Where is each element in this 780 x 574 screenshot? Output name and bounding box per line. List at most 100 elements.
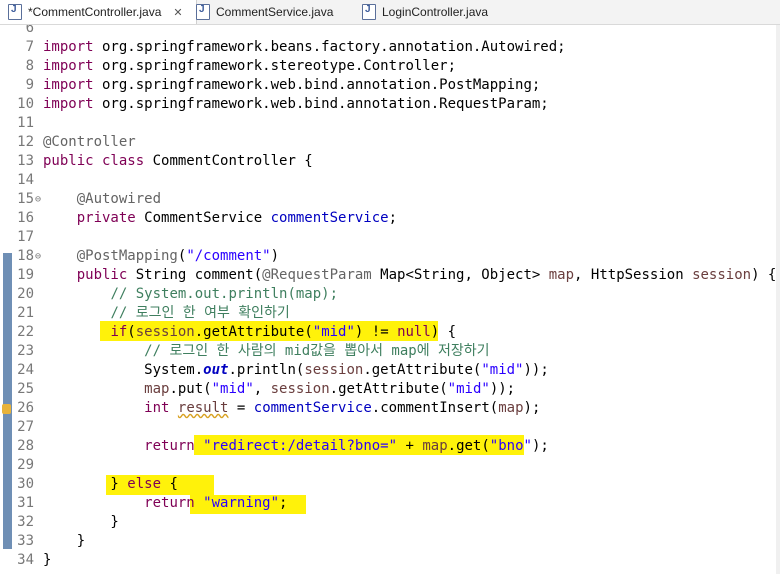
line-number: 8 <box>25 58 34 74</box>
code-token: } <box>43 533 86 549</box>
line-number: 34 <box>17 552 34 568</box>
code-token: @RequestParam <box>262 267 372 283</box>
code-line[interactable]: 19 public String comment(@RequestParam M… <box>0 266 780 285</box>
code-token: result <box>177 400 229 416</box>
code-token: session <box>692 267 752 283</box>
line-number: 13 <box>17 153 34 169</box>
code-token: session <box>304 362 364 378</box>
code-token: .commentInsert( <box>371 400 499 416</box>
line-number: 28 <box>17 438 34 454</box>
java-file-icon <box>196 4 210 20</box>
line-number: 6 <box>25 25 34 36</box>
code-token: if <box>110 324 128 340</box>
code-text: } <box>43 513 118 532</box>
code-editor[interactable]: 6 7 import org.springframework.beans.facto… <box>0 25 780 574</box>
code-line[interactable]: 29 <box>0 456 780 475</box>
line-number: 33 <box>17 533 34 549</box>
code-line[interactable]: 17 <box>0 228 780 247</box>
line-number: 23 <box>17 343 34 359</box>
code-line[interactable]: 12 @Controller <box>0 133 780 152</box>
code-line[interactable]: 27 <box>0 418 780 437</box>
java-file-icon <box>362 4 376 20</box>
code-text: @Controller <box>43 133 136 152</box>
code-line[interactable]: 16 private CommentService commentService… <box>0 209 780 228</box>
code-line[interactable]: 7 import org.springframework.beans.factor… <box>0 38 780 57</box>
code-line[interactable]: 23 // 로그인 한 사람의 mid값을 뽑아서 map에 저장하기 <box>0 342 780 361</box>
code-text: } <box>43 532 85 551</box>
code-line[interactable]: 30 } else { <box>0 475 780 494</box>
code-text: import org.springframework.beans.factory… <box>43 38 566 57</box>
line-number: 11 <box>17 115 34 131</box>
code-line[interactable]: 25 map.put("mid", session.getAttribute("… <box>0 380 780 399</box>
code-line[interactable]: 33 } <box>0 532 780 551</box>
code-token: } <box>43 552 52 568</box>
code-token: System. <box>43 362 204 378</box>
code-token: .getAttribute( <box>329 381 448 397</box>
code-line[interactable]: 28 return "redirect:/detail?bno=" + map.… <box>0 437 780 456</box>
line-number: 27 <box>17 419 34 435</box>
fold-toggle-icon[interactable]: ⊖ <box>35 247 41 266</box>
code-text: map.put("mid", session.getAttribute("mid… <box>43 380 515 399</box>
code-line[interactable]: 34} <box>0 551 780 570</box>
code-line[interactable]: 6 <box>0 25 780 38</box>
tab-comment-service[interactable]: CommentService.java <box>196 0 356 24</box>
code-text: private CommentService commentService; <box>43 209 397 228</box>
close-icon[interactable]: ✕ <box>173 6 182 19</box>
code-token: .getAttribute( <box>363 362 482 378</box>
vertical-scrollbar[interactable] <box>776 25 780 574</box>
code-line[interactable]: 13 public class CommentController { <box>0 152 780 171</box>
fold-toggle-icon[interactable]: ⊖ <box>35 190 41 209</box>
code-line[interactable]: 9 import org.springframework.web.bind.ann… <box>0 76 780 95</box>
code-token: // 로그인 한 사람의 mid값을 뽑아서 map에 저장하기 <box>144 343 490 359</box>
code-token: ; <box>279 495 288 511</box>
editor-tab-bar: *CommentController.java ✕ CommentService… <box>0 0 780 25</box>
code-token: )); <box>523 362 549 378</box>
code-line[interactable]: 24 System.out.println(session.getAttribu… <box>0 361 780 380</box>
code-line[interactable]: 32 } <box>0 513 780 532</box>
code-text: @PostMapping("/comment") <box>43 247 279 266</box>
tab-label: *CommentController.java <box>28 5 162 19</box>
code-token: } <box>43 476 128 492</box>
tab-comment-controller[interactable]: *CommentController.java ✕ <box>0 0 197 24</box>
code-token: return <box>144 495 195 511</box>
code-text: int result = commentService.commentInser… <box>43 399 540 418</box>
code-text: // 로그인 한 여부 확인하기 <box>43 304 289 323</box>
code-token: import <box>43 96 94 112</box>
code-line[interactable]: 21 // 로그인 한 여부 확인하기 <box>0 304 780 323</box>
code-line[interactable]: 20 // System.out.println(map); <box>0 285 780 304</box>
code-token: ) <box>270 248 280 264</box>
code-token: public <box>76 267 128 283</box>
code-token: map <box>422 438 448 454</box>
code-token: .get( <box>447 438 490 454</box>
line-number: 16 <box>17 210 34 226</box>
code-token: "bno" <box>489 438 532 454</box>
code-line[interactable]: 10 import org.springframework.web.bind.an… <box>0 95 780 114</box>
code-line[interactable]: 18 ⊖ @PostMapping("/comment") <box>0 247 780 266</box>
code-line[interactable]: 26 int result = commentService.commentIn… <box>0 399 780 418</box>
code-token: map <box>498 400 524 416</box>
line-number: 20 <box>17 286 34 302</box>
code-token: import <box>43 58 94 74</box>
code-text: if(session.getAttribute("mid") != null) … <box>43 323 456 342</box>
code-line[interactable]: 15 ⊖ @Autowired <box>0 190 780 209</box>
code-token: "warning" <box>203 495 280 511</box>
code-token: commentService <box>270 210 389 226</box>
code-line[interactable]: 14 <box>0 171 780 190</box>
code-line[interactable]: 11 <box>0 114 780 133</box>
code-text: System.out.println(session.getAttribute(… <box>43 361 549 380</box>
line-number: 15 <box>17 191 34 207</box>
code-line[interactable]: 31 return "warning"; <box>0 494 780 513</box>
line-number: 17 <box>17 229 34 245</box>
code-line[interactable]: 8 import org.springframework.stereotype.C… <box>0 57 780 76</box>
code-line[interactable]: 22 if(session.getAttribute("mid") != nul… <box>0 323 780 342</box>
code-token: return <box>144 438 195 454</box>
tab-login-controller[interactable]: LoginController.java <box>362 0 522 24</box>
code-token: org.springframework.stereotype.Controlle… <box>93 58 457 74</box>
warning-icon[interactable] <box>2 404 11 414</box>
